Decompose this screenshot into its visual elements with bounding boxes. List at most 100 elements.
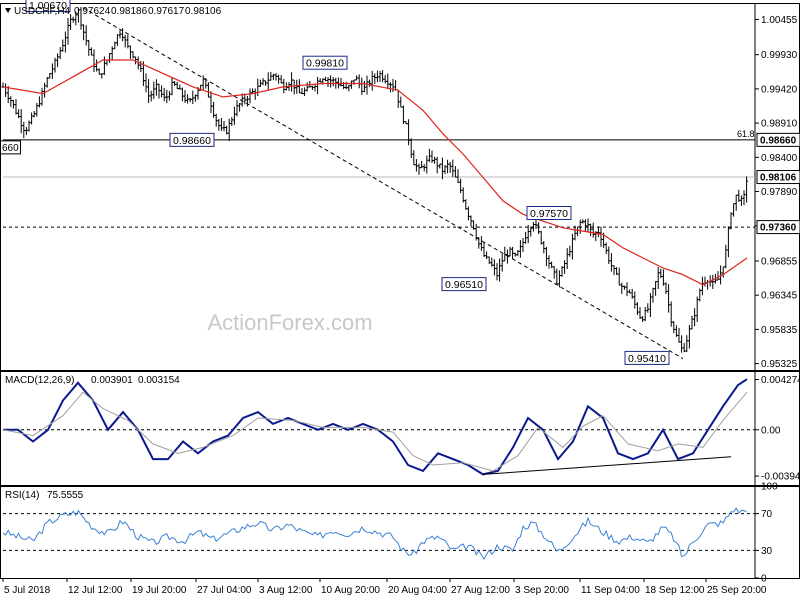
price-bar — [628, 289, 632, 294]
price-bar — [732, 203, 736, 217]
price-bar — [355, 75, 359, 81]
price-bar — [716, 271, 720, 281]
price-bar — [318, 78, 322, 83]
price-bar — [214, 113, 218, 127]
price-bar — [347, 84, 351, 92]
price-bar — [422, 164, 426, 172]
price-bar — [191, 90, 195, 104]
price-bar — [157, 83, 161, 99]
price-bar — [95, 59, 99, 72]
price-bar — [695, 296, 699, 322]
price-bar — [17, 109, 21, 119]
price-bar — [227, 118, 231, 142]
x-tick-label: 5 Jul 2018 — [4, 585, 51, 596]
price-bar — [560, 266, 564, 278]
y-tick-label: 70 — [761, 509, 773, 520]
price-bar — [641, 316, 645, 322]
price-bar — [570, 233, 574, 260]
fib-level-label: 61.8 — [737, 129, 755, 139]
price-bar — [123, 34, 127, 48]
price-bar — [178, 84, 182, 90]
price-bar — [682, 342, 686, 353]
y-tick-label: 0.00 — [761, 425, 781, 436]
macd-title: MACD(12,26,9) — [5, 375, 74, 386]
price-bar — [87, 39, 91, 56]
price-bar — [50, 63, 54, 79]
price-bar — [222, 121, 226, 132]
price-bar — [490, 257, 494, 267]
price-bar — [391, 78, 395, 93]
price-bar — [654, 281, 658, 296]
y-tick-label: 0.004274 — [761, 375, 800, 386]
price-bar — [212, 101, 216, 118]
price-bar — [492, 259, 496, 276]
price-bar — [672, 321, 676, 334]
price-bar — [144, 73, 148, 93]
price-bar — [495, 263, 499, 281]
price-bar — [513, 252, 517, 257]
price-bar — [693, 308, 697, 327]
x-tick-label: 18 Sep 12:00 — [645, 585, 705, 596]
y-tick-label: 0.98910 — [761, 119, 798, 130]
x-tick-label: 3 Aug 12:00 — [259, 585, 313, 596]
price-bar — [251, 88, 255, 94]
price-bar — [388, 82, 392, 93]
price-bar — [180, 87, 184, 102]
price-bar — [331, 77, 335, 87]
price-bar — [100, 73, 104, 79]
price-bar — [557, 270, 561, 288]
price-bar — [734, 194, 738, 211]
price-bar — [258, 79, 262, 87]
rsi-title: RSI(14) — [5, 490, 39, 501]
price-bar — [43, 82, 47, 98]
macd-panel: MACD(12,26,9) 0.003901 0.003154 0.004274 0.0… — [0, 371, 800, 486]
price-bar — [149, 90, 153, 102]
price-bar — [721, 266, 725, 278]
price-bar — [58, 47, 62, 59]
price-bar — [110, 46, 114, 60]
price-bar — [609, 253, 613, 272]
price-bar — [183, 90, 187, 103]
price-bar — [66, 17, 70, 45]
chart-svg: ActionForex.com 1.00455 0.99930 0.99420 0.98… — [0, 0, 800, 596]
price-bar — [425, 155, 429, 174]
price-bar — [45, 76, 49, 88]
price-bar — [63, 31, 67, 53]
y-tick-label: 0.95325 — [761, 359, 798, 370]
price-bar — [128, 45, 132, 59]
price-bar — [516, 250, 520, 256]
price-bar — [230, 117, 234, 127]
price-bar — [659, 268, 663, 279]
price-bar — [466, 206, 470, 221]
price-bar — [154, 79, 158, 96]
price-bar — [266, 72, 270, 90]
price-bar — [677, 327, 681, 343]
price-bar — [24, 126, 28, 135]
price-bar — [446, 159, 450, 174]
price-bar — [253, 88, 257, 100]
price-bar — [4, 83, 8, 98]
x-tick-label: 19 Jul 20:00 — [132, 585, 187, 596]
price-bar — [170, 77, 174, 96]
price-bar — [167, 91, 171, 101]
price-bar — [290, 72, 294, 92]
price-bar — [396, 89, 400, 108]
price-bar — [193, 94, 197, 102]
price-bar — [375, 70, 379, 83]
price-bar — [664, 282, 668, 295]
price-bar — [472, 220, 476, 230]
price-bar — [248, 88, 252, 104]
price-bar — [461, 187, 465, 203]
price-bar — [581, 219, 585, 224]
x-tick-label: 27 Jul 04:00 — [197, 585, 252, 596]
y-tick-label: 0.95835 — [761, 325, 798, 336]
y-tick-label: 0.99930 — [761, 50, 798, 61]
price-bar — [667, 284, 671, 313]
main-price-panel: ActionForex.com 1.00455 0.99930 0.99420 0.98… — [0, 0, 800, 371]
price-bar — [615, 267, 619, 276]
panel-frame — [0, 486, 800, 579]
price-bar — [261, 78, 265, 86]
price-label: 0.98106 — [760, 173, 797, 184]
price-bar — [599, 226, 603, 247]
price-bar — [583, 219, 587, 232]
